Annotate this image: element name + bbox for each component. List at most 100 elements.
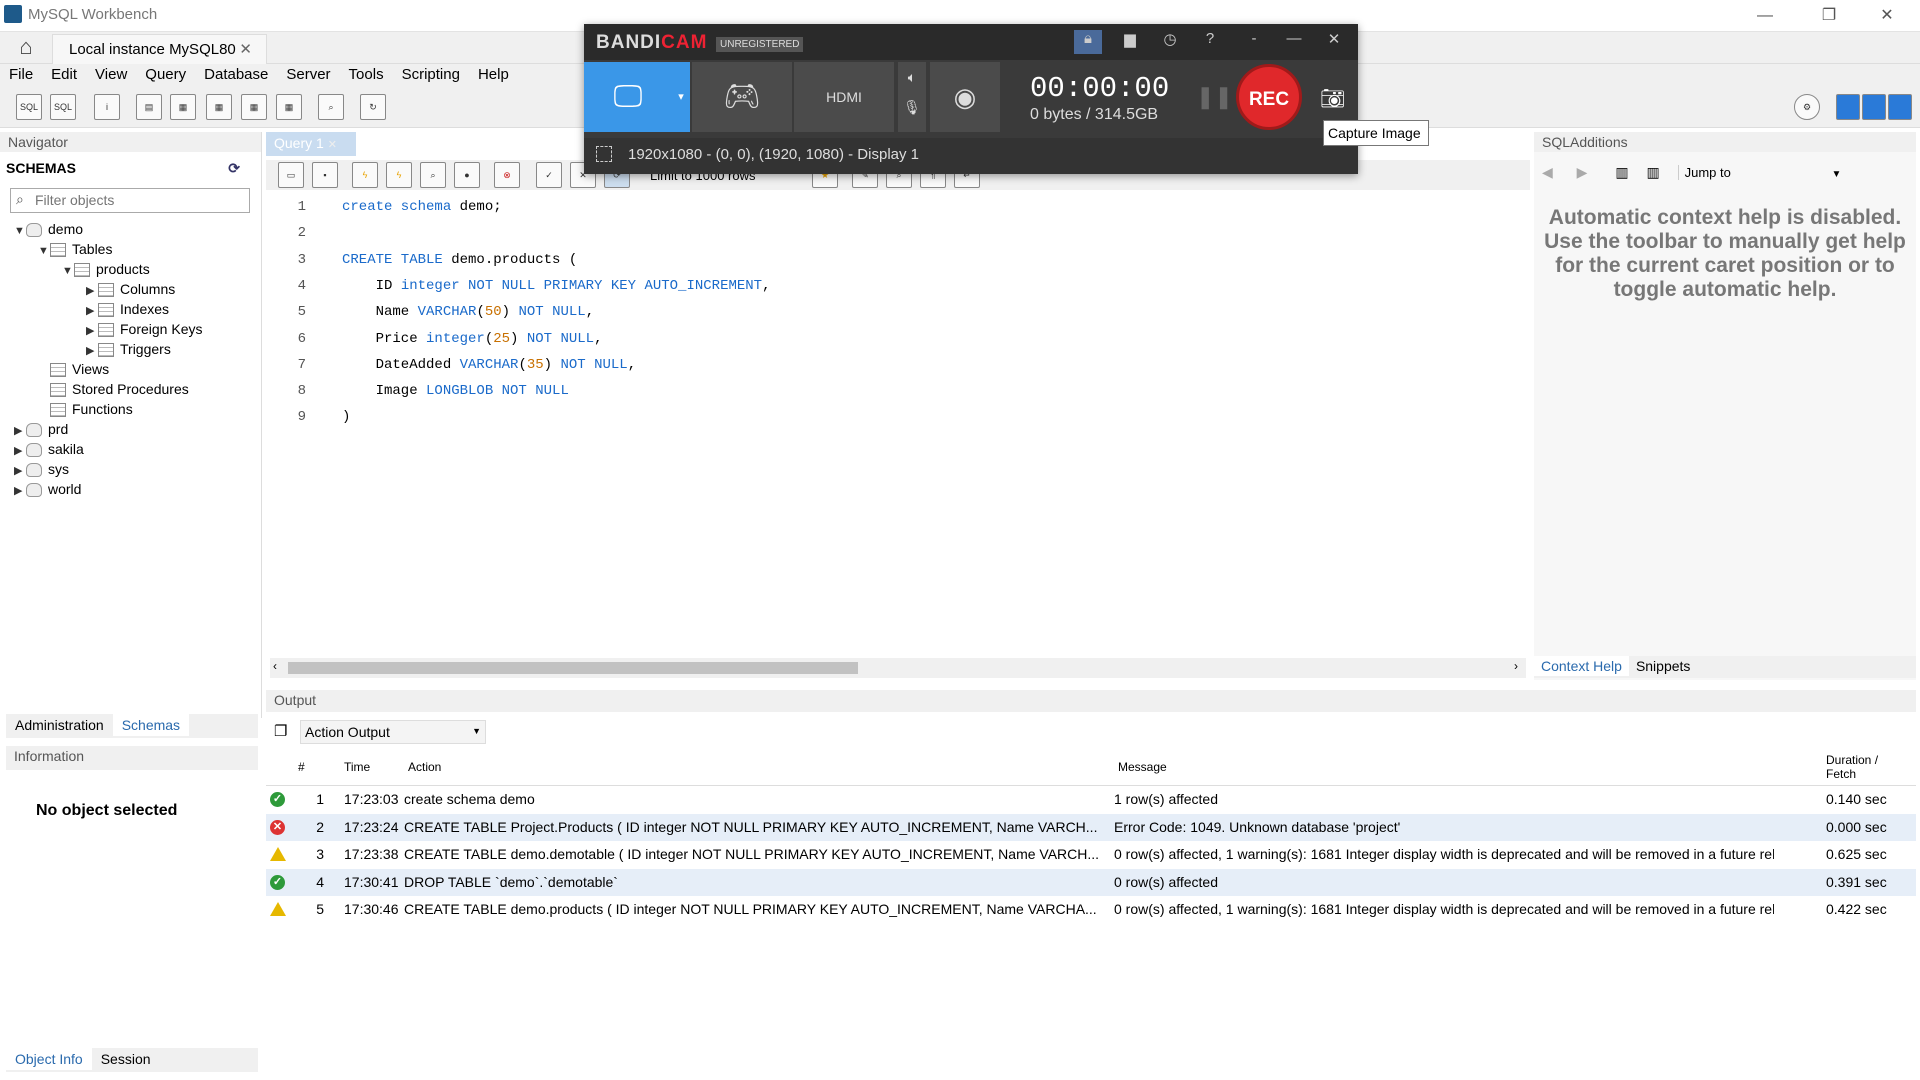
collapsed-icon[interactable]: ▶ <box>14 421 26 441</box>
bc-minimize-icon[interactable]: — <box>1280 30 1308 54</box>
collapsed-icon[interactable]: ▶ <box>86 341 98 361</box>
output-row[interactable]: ✓ 1 17:23:03 create schema demo 1 row(s) aff… <box>266 786 1916 813</box>
create-view-icon[interactable]: ▦ <box>206 94 232 120</box>
code-line[interactable]: 8 Image LONGBLOB NOT NULL <box>270 378 569 404</box>
tree-item-demo[interactable]: ▼ demo <box>14 219 83 239</box>
create-function-icon[interactable]: ▦ <box>276 94 302 120</box>
tree-item-prd[interactable]: ▶ prd <box>14 419 68 439</box>
code-line[interactable]: 2 <box>270 220 342 246</box>
collapsed-icon[interactable]: ▶ <box>14 441 26 461</box>
copy-icon[interactable]: ❐ <box>274 722 287 740</box>
bc-close-icon[interactable]: ✕ <box>1320 30 1348 54</box>
new-sql-tab-icon[interactable]: SQL <box>16 94 42 120</box>
pause-icon[interactable]: ❚❚ <box>1196 84 1233 110</box>
menu-file[interactable]: File <box>0 64 42 85</box>
code-line[interactable]: 9) <box>270 404 351 430</box>
execute-icon[interactable]: ϟ <box>352 162 378 188</box>
expanded-icon[interactable]: ▼ <box>62 261 74 281</box>
menu-database[interactable]: Database <box>195 64 277 85</box>
tree-item-products[interactable]: ▼ products <box>62 259 150 279</box>
scrollbar-thumb[interactable] <box>288 662 858 674</box>
menu-edit[interactable]: Edit <box>42 64 86 85</box>
create-schema-icon[interactable]: ▤ <box>136 94 162 120</box>
close-icon[interactable]: ✕ <box>1864 4 1910 28</box>
output-type-select[interactable]: Action Output ▼ <box>300 720 486 744</box>
collapsed-icon[interactable]: ▶ <box>14 481 26 501</box>
open-file-icon[interactable]: ▭ <box>278 162 304 188</box>
collapsed-icon[interactable]: ▶ <box>86 321 98 341</box>
menu-tools[interactable]: Tools <box>340 64 393 85</box>
tree-item-functions[interactable]: Functions <box>38 399 133 419</box>
tab-session[interactable]: Session <box>92 1048 160 1070</box>
toggle-secondary-sidebar-icon[interactable] <box>1888 94 1912 120</box>
editor-horizontal-scrollbar[interactable]: ‹ › <box>270 658 1526 678</box>
forward-icon[interactable]: ▶ <box>1577 164 1588 180</box>
restore-icon[interactable]: ❐ <box>1806 4 1852 28</box>
mode-dropdown-icon[interactable]: ▾ <box>672 62 690 132</box>
tab-schemas[interactable]: Schemas <box>112 714 190 736</box>
minimize-icon[interactable]: — <box>1742 4 1788 28</box>
create-table-icon[interactable]: ▦ <box>170 94 196 120</box>
filter-box[interactable]: ⌕ <box>10 188 250 213</box>
bc-collapse-icon[interactable]: - <box>1240 30 1268 54</box>
output-row[interactable]: ✓ 4 17:30:41 DROP TABLE `demo`.`demotable` 0… <box>266 868 1916 896</box>
scroll-left-icon[interactable]: ‹ <box>273 659 277 673</box>
reconnect-icon[interactable]: ↻ <box>360 94 386 120</box>
output-row[interactable]: 3 17:23:38 CREATE TABLE demo.demotable ( I… <box>266 841 1916 868</box>
auto-help-icon[interactable]: ▥ <box>1646 164 1659 180</box>
toggle-output-icon[interactable] <box>1862 94 1886 120</box>
filter-objects-input[interactable] <box>35 189 245 211</box>
code-area[interactable]: 1 create schema demo; 2 3 CREATE TABLE demo.… <box>270 194 1520 654</box>
collapsed-icon[interactable]: ▶ <box>86 281 98 301</box>
inspector-icon[interactable]: i <box>94 94 120 120</box>
tree-item-indexes[interactable]: ▶ Indexes <box>86 299 169 319</box>
tab-administration[interactable]: Administration <box>6 714 113 736</box>
toggle-errors-icon[interactable]: ⊗ <box>494 162 520 188</box>
create-procedure-icon[interactable]: ▦ <box>241 94 267 120</box>
code-line[interactable]: 3 CREATE TABLE demo.products ( <box>270 247 578 273</box>
back-icon[interactable]: ◀ <box>1542 164 1553 180</box>
home-icon[interactable]: ⌂ <box>10 34 42 62</box>
save-icon[interactable]: ▪ <box>312 162 338 188</box>
output-row[interactable]: 5 17:30:46 CREATE TABLE demo.products ( ID… <box>266 896 1916 923</box>
refresh-icon[interactable]: ⟳ <box>228 160 240 177</box>
speaker-icon[interactable]: 🔈︎ 🎙︎ <box>898 62 926 132</box>
rec-button[interactable]: REC <box>1236 64 1302 130</box>
expanded-icon[interactable]: ▼ <box>38 241 50 261</box>
query-tab[interactable]: Query 1 ✕ <box>266 132 356 156</box>
code-line[interactable]: 5 Name VARCHAR(50) NOT NULL, <box>270 299 595 325</box>
menu-view[interactable]: View <box>86 64 136 85</box>
tree-item-triggers[interactable]: ▶ Triggers <box>86 339 171 359</box>
collapsed-icon[interactable]: ▶ <box>86 301 98 321</box>
jump-to-select[interactable]: Jump to <box>1677 165 1828 180</box>
clock-icon[interactable]: ◷ <box>1156 30 1184 54</box>
commit-icon[interactable]: ✓ <box>536 162 562 188</box>
expanded-icon[interactable]: ▼ <box>14 221 26 241</box>
code-line[interactable]: 7 DateAdded VARCHAR(35) NOT NULL, <box>270 352 637 378</box>
tree-item-foreign-keys[interactable]: ▶ Foreign Keys <box>86 319 202 339</box>
output-row[interactable]: ✕ 2 17:23:24 CREATE TABLE Project.Products … <box>266 813 1916 841</box>
tree-item-columns[interactable]: ▶ Columns <box>86 279 175 299</box>
menu-help[interactable]: Help <box>469 64 518 85</box>
menu-server[interactable]: Server <box>277 64 339 85</box>
menu-query[interactable]: Query <box>136 64 195 85</box>
stop-icon[interactable]: ● <box>454 162 480 188</box>
explain-icon[interactable]: ⌕ <box>420 162 446 188</box>
open-sql-file-icon[interactable]: SQL <box>50 94 76 120</box>
code-line[interactable]: 6 Price integer(25) NOT NULL, <box>270 326 603 352</box>
game-mode-icon[interactable]: 🎮︎ <box>692 62 792 132</box>
help-icon[interactable]: ? <box>1196 30 1224 54</box>
tree-item-sakila[interactable]: ▶ sakila <box>14 439 84 459</box>
tree-item-stored-procedures[interactable]: Stored Procedures <box>38 379 189 399</box>
region-icon[interactable] <box>596 146 612 162</box>
tree-item-world[interactable]: ▶ world <box>14 479 81 499</box>
tab-context-help[interactable]: Context Help <box>1534 656 1629 676</box>
tab-object-info[interactable]: Object Info <box>6 1048 92 1070</box>
scroll-right-icon[interactable]: › <box>1514 659 1518 673</box>
folder-icon[interactable]: ▆ <box>1116 30 1144 54</box>
dropdown-icon[interactable]: ▼ <box>472 726 481 736</box>
webcam-icon[interactable]: ◉ <box>930 62 1000 132</box>
screen-mode-icon[interactable]: 🖵︎ <box>584 62 672 132</box>
lock-icon[interactable]: 🔒︎ <box>1074 30 1102 54</box>
tab-snippets[interactable]: Snippets <box>1629 656 1697 676</box>
